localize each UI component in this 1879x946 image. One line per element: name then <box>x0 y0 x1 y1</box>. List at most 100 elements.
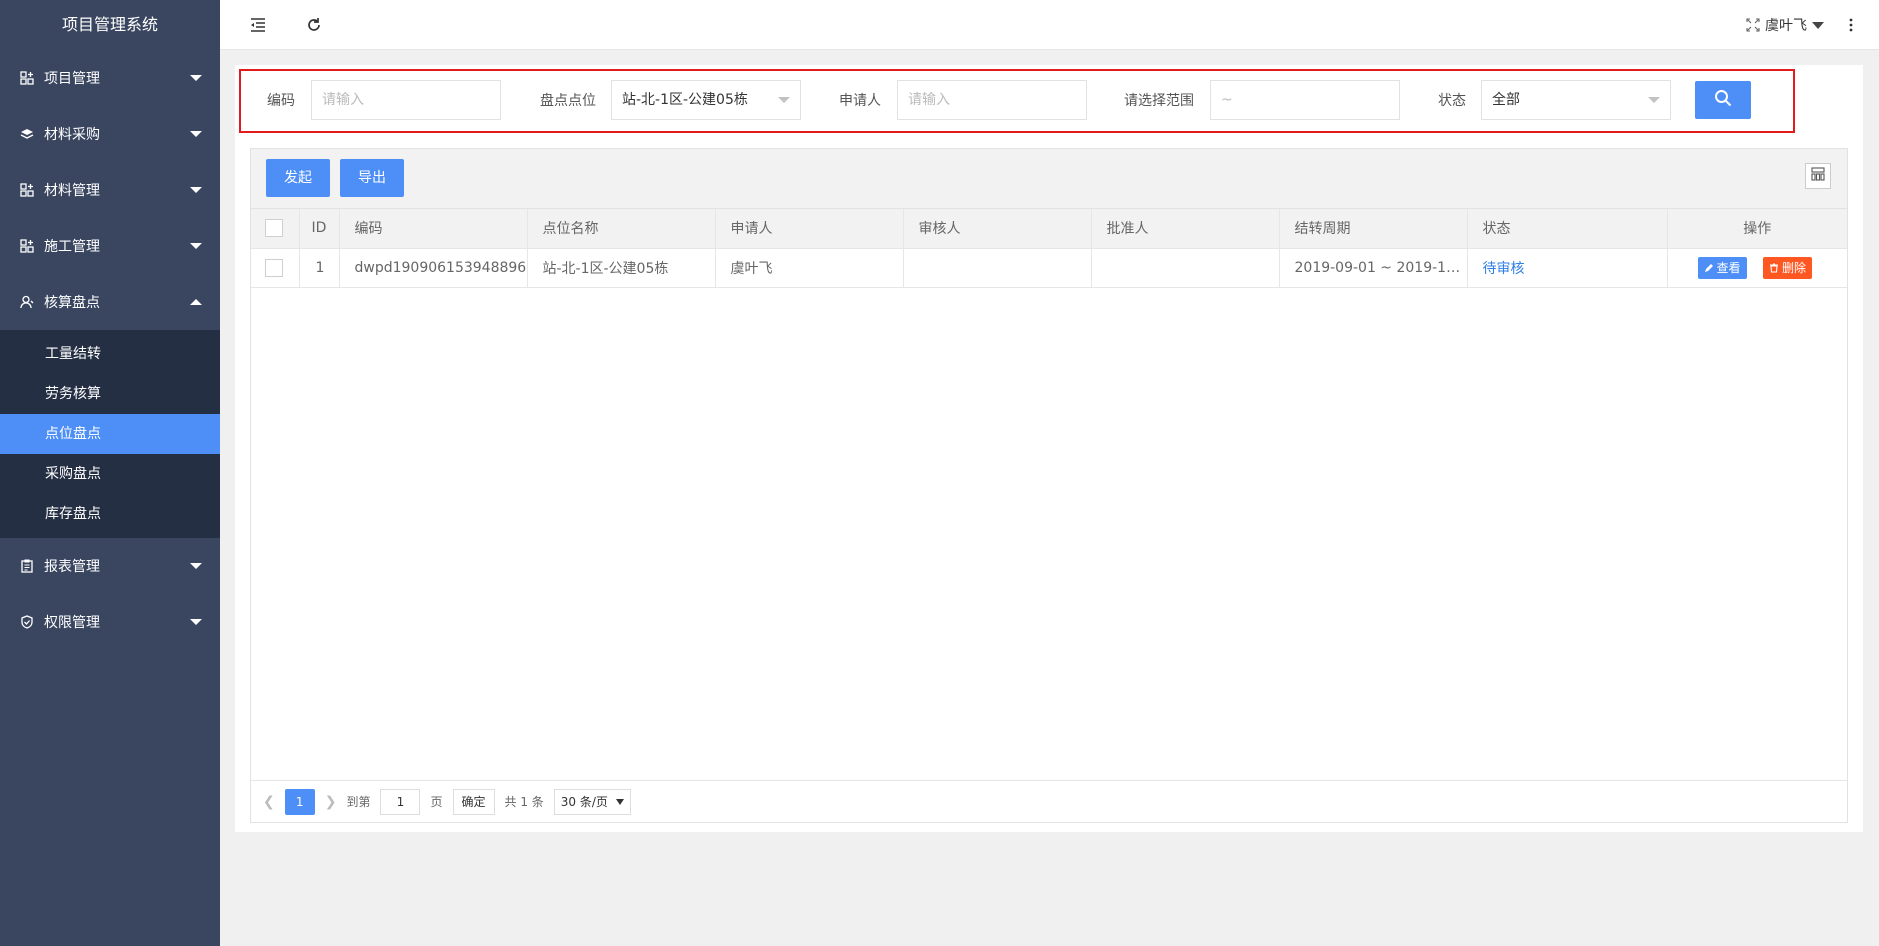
modules-icon <box>20 183 34 197</box>
chevron-down-icon <box>190 187 202 193</box>
column-header-applicant[interactable]: 申请人 <box>714 209 904 249</box>
code-label: 编码 <box>267 93 295 109</box>
sidebar-item-label: 权限管理 <box>44 615 100 631</box>
code-input[interactable]: 请输入 <box>311 80 501 120</box>
location-select[interactable]: 站-北-1区-公建05栋 <box>611 80 801 120</box>
top-header: 虞叶飞 <box>220 0 1879 50</box>
range-label: 请选择范围 <box>1124 93 1194 109</box>
column-header-code[interactable]: 编码 <box>338 209 528 249</box>
more-vertical-icon[interactable] <box>1839 13 1863 37</box>
chevron-up-icon <box>190 299 202 305</box>
sidebar-item-label: 材料管理 <box>44 183 100 199</box>
app-title: 项目管理系统 <box>0 0 220 50</box>
menu-collapse-icon[interactable] <box>246 13 270 37</box>
next-page-icon[interactable]: ❯ <box>325 794 337 810</box>
status-label: 状态 <box>1438 93 1466 109</box>
search-button[interactable] <box>1695 81 1751 119</box>
view-button[interactable]: 查看 <box>1697 256 1747 279</box>
trash-icon <box>1769 262 1778 273</box>
applicant-label: 申请人 <box>839 93 881 109</box>
sidebar-item-permissions[interactable]: 权限管理 <box>0 594 220 650</box>
refresh-icon[interactable] <box>302 13 326 37</box>
caret-down-icon <box>615 798 624 805</box>
columns-icon <box>1811 167 1825 185</box>
main-content: 编码 请输入 盘点点位 站-北-1区-公建05栋 申请人 请输入 请选择范围 ~… <box>235 65 1863 832</box>
modules-icon <box>20 71 34 85</box>
sidebar-item-reports[interactable]: 报表管理 <box>0 538 220 594</box>
column-header-period[interactable]: 结转周期 <box>1278 209 1468 249</box>
sidebar-subitem-workload-transfer[interactable]: 工量结转 <box>0 334 220 374</box>
search-form: 编码 请输入 盘点点位 站-北-1区-公建05栋 申请人 请输入 请选择范围 ~… <box>239 69 1795 133</box>
start-button[interactable]: 发起 <box>266 159 330 197</box>
column-header-id[interactable]: ID <box>298 209 340 249</box>
cell-period: 2019-09-01 ~ 2019-10... <box>1278 248 1468 288</box>
row-checkbox[interactable] <box>265 258 283 277</box>
cell-status: 待审核 <box>1466 248 1668 288</box>
column-header-reviewer[interactable]: 审核人 <box>902 209 1092 249</box>
chevron-down-icon <box>190 75 202 81</box>
column-header-actions: 操作 <box>1666 209 1847 249</box>
user-name: 虞叶飞 <box>1765 18 1807 34</box>
sidebar-subitem-location-inventory[interactable]: 点位盘点 <box>0 414 220 454</box>
clipboard-icon <box>20 559 34 573</box>
date-range-input[interactable]: ~ <box>1210 80 1400 120</box>
layers-icon <box>20 127 34 141</box>
sidebar: 项目管理系统 项目管理 材料采购 材料管理 施工管理 核算盘点 工量结转 劳务核… <box>0 0 220 946</box>
delete-label: 删除 <box>1781 261 1806 275</box>
sidebar-subitem-labor-accounting[interactable]: 劳务核算 <box>0 374 220 414</box>
submenu-accounting: 工量结转 劳务核算 点位盘点 采购盘点 库存盘点 <box>0 330 220 538</box>
applicant-input[interactable]: 请输入 <box>897 80 1087 120</box>
dropdown-arrow-icon <box>778 97 790 103</box>
header-checkbox-cell <box>251 209 300 249</box>
total-count: 共 1 条 <box>504 795 544 809</box>
goto-label: 到第 <box>346 795 371 809</box>
sidebar-item-label: 施工管理 <box>44 239 100 255</box>
cell-location: 站-北-1区-公建05栋 <box>526 248 716 288</box>
select-all-checkbox[interactable] <box>265 219 283 238</box>
cell-code: dwpd190906153948896 <box>338 248 528 288</box>
table-panel: 发起 导出 ID 编码 点位名称 申请人 审核人 批准人 结转周期 状态 操作 … <box>250 148 1848 823</box>
sidebar-item-label: 核算盘点 <box>44 295 100 311</box>
column-toggle-button[interactable] <box>1805 163 1831 189</box>
column-header-location[interactable]: 点位名称 <box>526 209 716 249</box>
status-select[interactable]: 全部 <box>1481 80 1671 120</box>
column-header-approver[interactable]: 批准人 <box>1090 209 1280 249</box>
status-value: 全部 <box>1492 92 1520 108</box>
sidebar-item-accounting[interactable]: 核算盘点 <box>0 274 220 330</box>
goto-confirm-button[interactable]: 确定 <box>452 788 495 815</box>
status-link[interactable]: 待审核 <box>1483 261 1525 277</box>
delete-button[interactable]: 删除 <box>1762 256 1812 279</box>
cell-approver <box>1090 248 1280 288</box>
cell-id: 1 <box>298 248 340 288</box>
sidebar-item-label: 项目管理 <box>44 71 100 87</box>
sidebar-item-label: 材料采购 <box>44 127 100 143</box>
dropdown-arrow-icon <box>1648 97 1660 103</box>
cell-reviewer <box>902 248 1092 288</box>
sidebar-subitem-purchase-inventory[interactable]: 采购盘点 <box>0 454 220 494</box>
page-size-select[interactable]: 30 条/页 <box>553 788 631 815</box>
sidebar-item-construction[interactable]: 施工管理 <box>0 218 220 274</box>
sidebar-item-materials[interactable]: 材料管理 <box>0 162 220 218</box>
sidebar-subitem-stock-inventory[interactable]: 库存盘点 <box>0 494 220 534</box>
data-table: ID 编码 点位名称 申请人 审核人 批准人 结转周期 状态 操作 1 dwpd… <box>251 209 1847 288</box>
page-current[interactable]: 1 <box>284 788 315 815</box>
modules-icon <box>20 239 34 253</box>
sidebar-item-label: 报表管理 <box>44 559 100 575</box>
search-icon <box>1714 89 1732 111</box>
goto-page-input[interactable]: 1 <box>380 788 421 815</box>
caret-down-icon <box>1812 21 1824 29</box>
table-header-row: ID 编码 点位名称 申请人 审核人 批准人 结转周期 状态 操作 <box>251 209 1847 249</box>
location-label: 盘点点位 <box>540 93 596 109</box>
fullscreen-icon[interactable] <box>1741 13 1765 37</box>
sidebar-item-procurement[interactable]: 材料采购 <box>0 106 220 162</box>
export-button[interactable]: 导出 <box>340 159 404 197</box>
user-menu[interactable]: 虞叶飞 <box>1765 15 1824 35</box>
column-header-status[interactable]: 状态 <box>1466 209 1668 249</box>
prev-page-icon[interactable]: ❮ <box>263 794 275 810</box>
chevron-down-icon <box>190 131 202 137</box>
cell-applicant: 虞叶飞 <box>714 248 904 288</box>
shield-icon <box>20 615 34 629</box>
chevron-down-icon <box>190 243 202 249</box>
chevron-down-icon <box>190 619 202 625</box>
sidebar-item-project[interactable]: 项目管理 <box>0 50 220 106</box>
